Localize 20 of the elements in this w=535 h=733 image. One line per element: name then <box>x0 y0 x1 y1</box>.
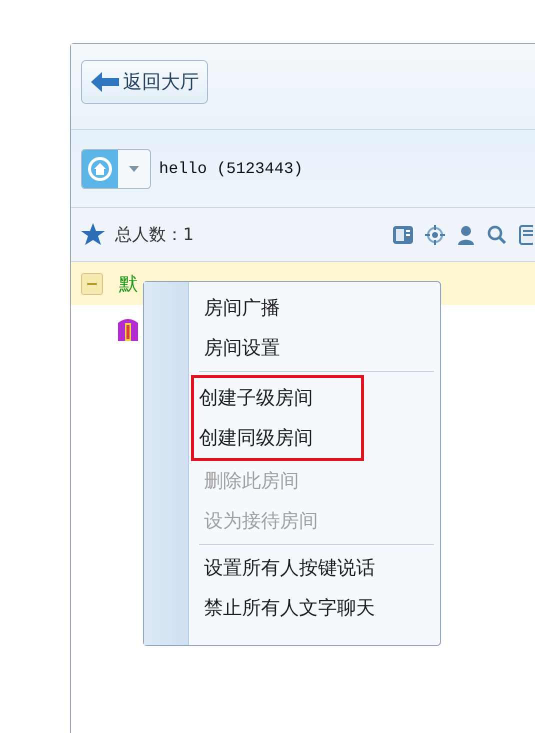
home-icon <box>87 156 113 182</box>
user-icon[interactable] <box>457 224 475 244</box>
room-title: hello (5123443) <box>159 160 304 178</box>
menu-item[interactable]: 创建子级房间 <box>199 378 361 418</box>
document-icon[interactable] <box>519 224 533 244</box>
room-selector-button[interactable] <box>81 148 151 188</box>
menu-item[interactable]: 禁止所有人文字聊天 <box>199 588 440 628</box>
menu-item[interactable]: 房间设置 <box>199 328 440 368</box>
crosshair-icon[interactable] <box>425 224 445 244</box>
total-count: 总人数：1 <box>115 224 195 246</box>
menu-item[interactable]: 房间广播 <box>199 288 440 328</box>
collapse-toggle[interactable] <box>81 272 103 294</box>
panel-icon[interactable] <box>393 226 413 244</box>
menu-item[interactable]: 创建同级房间 <box>199 418 361 458</box>
search-icon[interactable] <box>487 224 507 244</box>
left-arrow-icon <box>90 71 120 93</box>
back-to-lobby-button[interactable]: 返回大厅 <box>81 60 208 104</box>
star-icon <box>81 223 105 246</box>
dropdown-caret-icon <box>129 166 139 172</box>
menu-item[interactable]: 设置所有人按键说话 <box>199 548 440 588</box>
